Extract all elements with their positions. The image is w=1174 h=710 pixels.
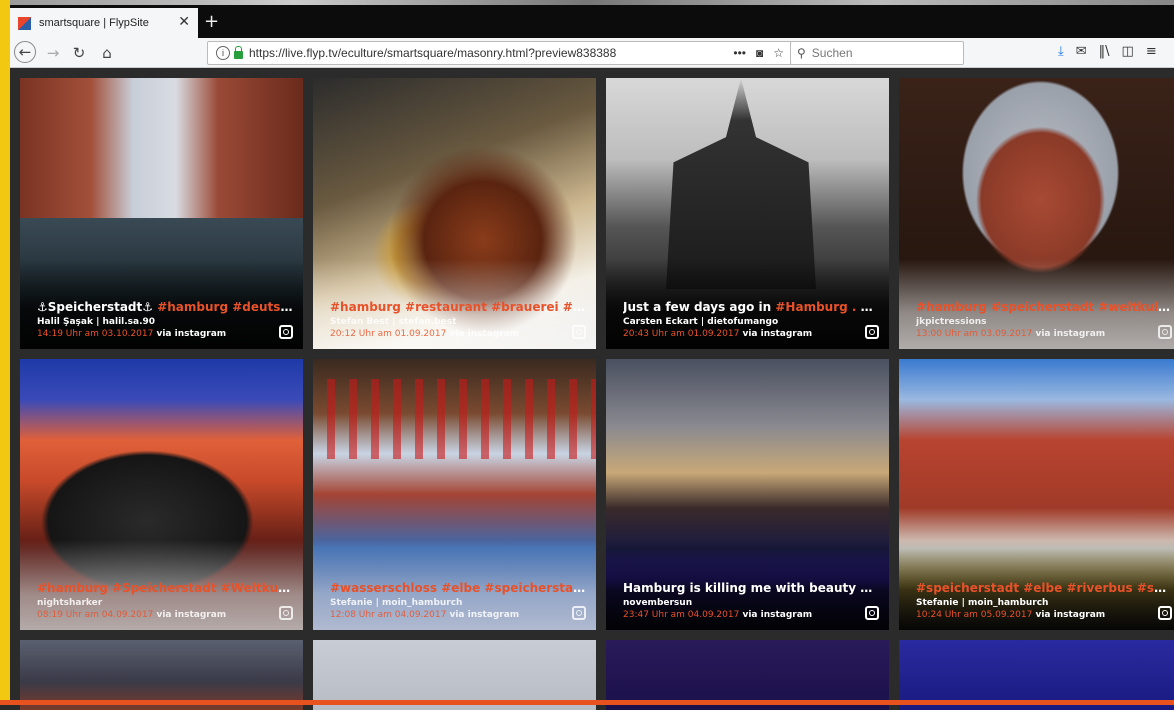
tab-bar: smartsquare | FlypSite ✕ +: [10, 5, 1174, 38]
search-placeholder: Suchen: [811, 46, 853, 60]
post-caption: #wasserschloss #elbe #speicherstadt #wel…: [330, 581, 586, 595]
instagram-icon[interactable]: [865, 606, 879, 620]
post-meta: 10:24 Uhr am 05.09.2017 via instagram: [916, 610, 1106, 620]
post-meta: 13:00 Uhr am 03.09.2017 via instagram: [916, 329, 1106, 339]
post-tile[interactable]: Hamburg is killing me with beauty every …: [606, 359, 889, 630]
post-meta: 20:43 Uhr am 01.09.2017 via instagram: [623, 329, 813, 339]
mail-icon[interactable]: ✉: [1076, 44, 1087, 59]
download-icon[interactable]: ⤓: [1058, 44, 1064, 59]
lock-icon: [234, 46, 243, 59]
post-meta: 20:12 Uhr am 01.09.2017 via instagram: [330, 329, 520, 339]
post-tile[interactable]: #wasserschloss #elbe #speicherstadt #wel…: [313, 359, 596, 630]
post-tile[interactable]: ⚓Speicherstadt⚓ #hamburg #deutschlan... …: [20, 78, 303, 349]
search-icon: ⚲: [797, 46, 806, 60]
url-text[interactable]: https://live.flyp.tv/eculture/smartsquar…: [249, 46, 733, 60]
post-caption: #hamburg #restaurant #brauerei #bayerisc…: [330, 300, 586, 314]
home-button[interactable]: ⌂: [96, 42, 118, 64]
post-meta: 14:19 Uhr am 03.10.2017 via instagram: [37, 329, 227, 339]
info-icon[interactable]: i: [216, 46, 230, 60]
sidebar-icon[interactable]: ◫: [1122, 44, 1134, 59]
post-caption: #hamburg #Speicherstadt #Weltkulturerbe …: [37, 581, 293, 595]
post-author: Stefan Best | stefan.best: [330, 317, 457, 327]
instagram-icon[interactable]: [572, 325, 586, 339]
post-author: jkpictressions: [916, 317, 987, 327]
back-button[interactable]: ←: [14, 41, 36, 63]
reload-button[interactable]: ↻: [68, 42, 90, 64]
tab-title: smartsquare | FlypSite: [39, 17, 149, 29]
post-author: Halil Şaşak | halil.sa.90: [37, 317, 156, 327]
post-meta: 08:19 Uhr am 04.09.2017 via instagram: [37, 610, 227, 620]
post-tile[interactable]: #speicherstadt #elbe #riverbus #sonntag …: [899, 359, 1174, 630]
post-caption: ⚓Speicherstadt⚓ #hamburg #deutschlan...: [37, 300, 293, 314]
url-bar[interactable]: i https://live.flyp.tv/eculture/smartsqu…: [207, 41, 793, 65]
post-author: Stefanie | moin_hamburch: [330, 598, 463, 608]
instagram-icon[interactable]: [572, 606, 586, 620]
instagram-icon[interactable]: [279, 325, 293, 339]
post-author: Stefanie | moin_hamburch: [916, 598, 1049, 608]
close-tab-icon[interactable]: ✕: [178, 14, 190, 30]
instagram-icon[interactable]: [279, 606, 293, 620]
pocket-icon[interactable]: ◙: [756, 46, 763, 60]
instagram-icon[interactable]: [1158, 325, 1172, 339]
masonry-grid: ⚓Speicherstadt⚓ #hamburg #deutschlan... …: [10, 68, 1174, 710]
post-tile[interactable]: #hamburg #Speicherstadt #Weltkulturerbe …: [20, 359, 303, 630]
post-author: Carsten Eckart | dietofumango: [623, 317, 779, 327]
favicon-icon: [18, 16, 31, 30]
instagram-icon[interactable]: [865, 325, 879, 339]
post-meta: 23:47 Uhr am 04.09.2017 via instagram: [623, 610, 813, 620]
post-meta: 12:08 Uhr am 04.09.2017 via instagram: [330, 610, 520, 620]
left-accent-bar: [0, 0, 10, 705]
nav-toolbar: ← → ↻ ⌂ i https://live.flyp.tv/eculture/…: [10, 38, 1174, 68]
menu-icon[interactable]: ≡: [1146, 44, 1157, 59]
new-tab-button[interactable]: +: [204, 11, 219, 32]
post-caption: Hamburg is killing me with beauty every …: [623, 581, 879, 595]
forward-button[interactable]: →: [42, 42, 64, 64]
page-actions-icon[interactable]: •••: [733, 46, 746, 60]
post-caption: Just a few days ago in #Hamburg . #petri…: [623, 300, 879, 314]
post-caption: #hamburg #speicherstadt #weltkulturerbe …: [916, 300, 1172, 314]
post-author: nightsharker: [37, 598, 103, 608]
instagram-icon[interactable]: [1158, 606, 1172, 620]
bottom-accent-bar: [0, 700, 1174, 705]
library-icon[interactable]: ‖\: [1099, 44, 1110, 59]
bookmark-star-icon[interactable]: ☆: [773, 46, 784, 60]
search-input[interactable]: ⚲ Suchen: [790, 41, 964, 65]
post-tile[interactable]: #hamburg #speicherstadt #weltkulturerbe …: [899, 78, 1174, 349]
tab-smartsquare[interactable]: smartsquare | FlypSite ✕: [10, 8, 198, 38]
post-caption: #speicherstadt #elbe #riverbus #sonntag …: [916, 581, 1172, 595]
post-author: novembersun: [623, 598, 693, 608]
post-tile[interactable]: Just a few days ago in #Hamburg . #petri…: [606, 78, 889, 349]
post-tile[interactable]: #hamburg #restaurant #brauerei #bayerisc…: [313, 78, 596, 349]
